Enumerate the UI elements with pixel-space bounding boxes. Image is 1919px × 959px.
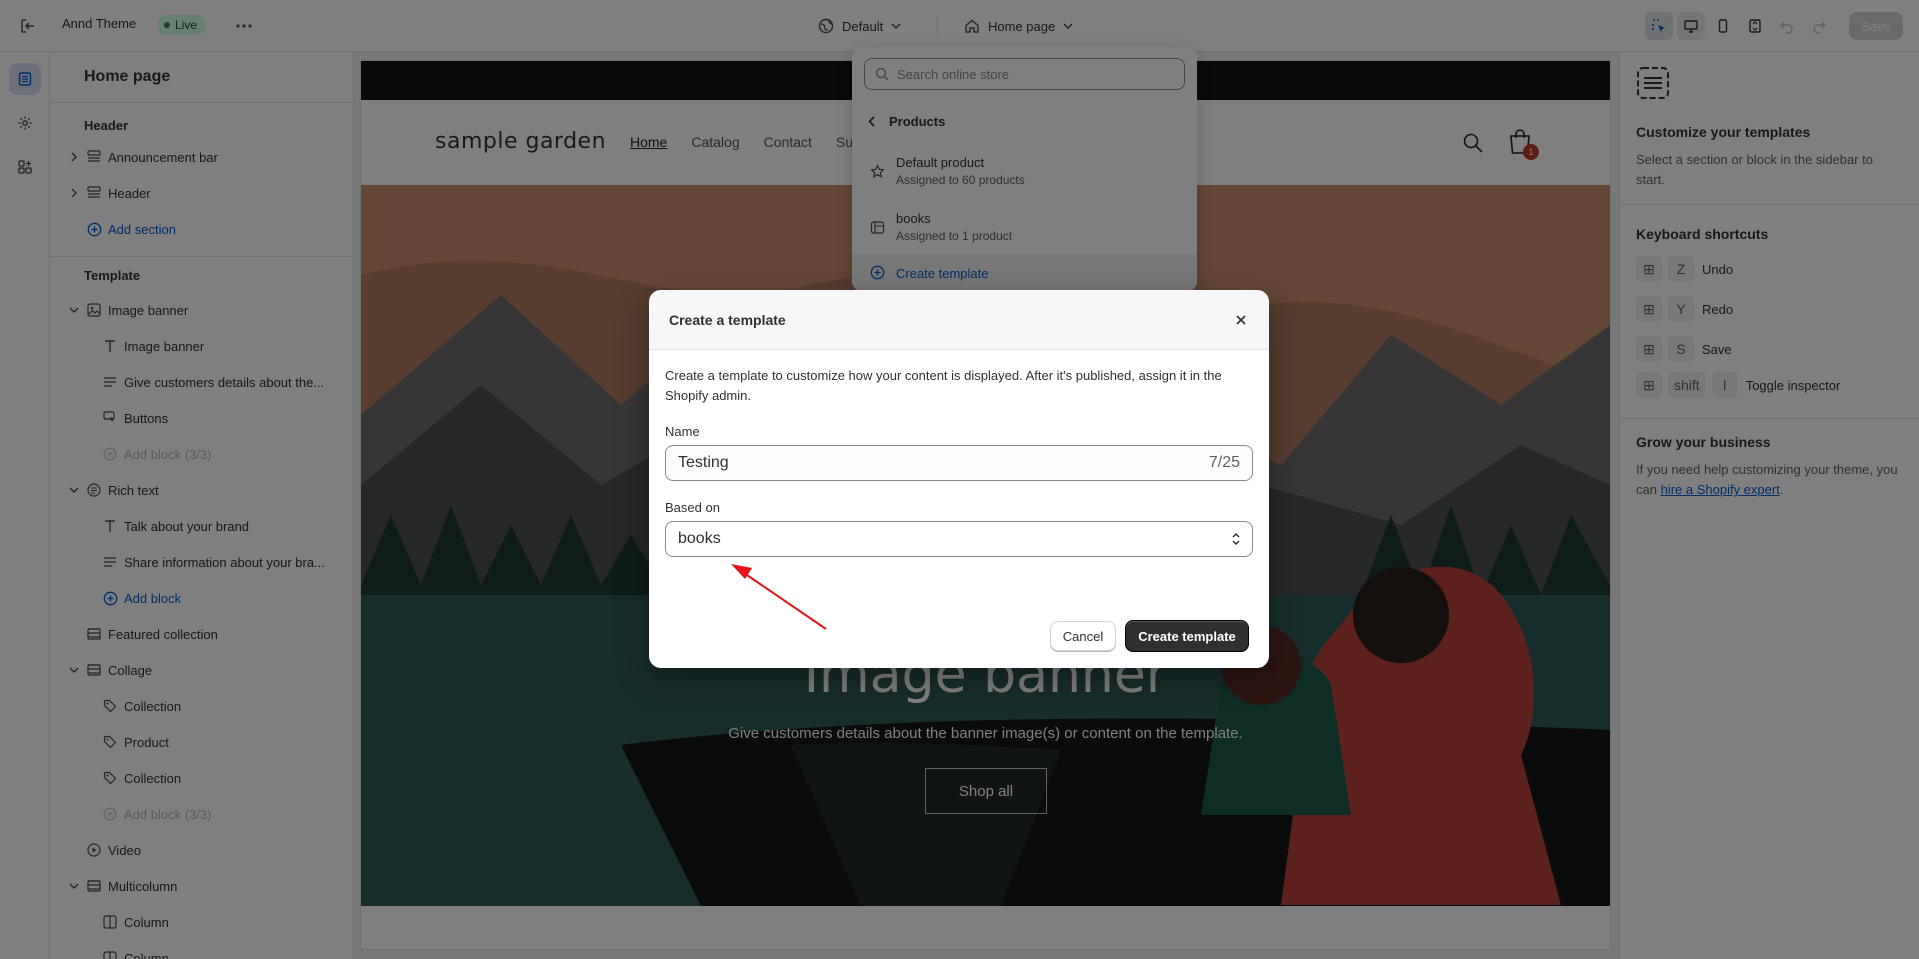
create-template-button[interactable]: Create template — [1125, 620, 1249, 652]
name-field-label: Name — [665, 424, 700, 439]
popover-dim — [852, 47, 1197, 292]
based-on-field-label: Based on — [665, 500, 720, 515]
cancel-button[interactable]: Cancel — [1050, 621, 1116, 651]
template-name-value: Testing — [678, 454, 729, 471]
create-template-modal: Create a template Create a template to c… — [649, 290, 1269, 668]
modal-description: Create a template to customize how your … — [665, 368, 1222, 403]
template-name-input[interactable]: Testing 7/25 — [665, 445, 1253, 481]
modal-header: Create a template — [649, 290, 1269, 350]
based-on-value: books — [678, 530, 721, 547]
based-on-select[interactable]: books — [665, 521, 1253, 557]
modal-title: Create a template — [669, 312, 786, 328]
select-chevron-icon — [1230, 531, 1242, 552]
character-counter: 7/25 — [1208, 454, 1240, 471]
close-icon[interactable] — [1231, 310, 1251, 330]
